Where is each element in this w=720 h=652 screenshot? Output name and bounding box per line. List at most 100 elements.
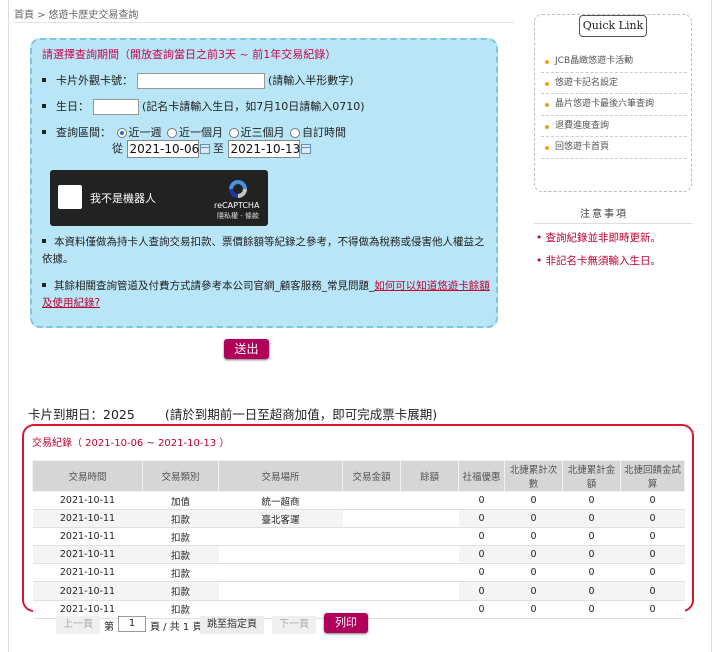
bullet-icon xyxy=(42,239,46,243)
recaptcha-checkbox[interactable] xyxy=(58,185,82,209)
table-cell: 扣款 xyxy=(142,527,219,547)
note-faq-text: 其餘相關查詢管道及付費方式請參考本公司官網_顧客服務_常見問題_ xyxy=(54,280,375,292)
note-faq: 其餘相關查詢管道及付費方式請參考本公司官網_顧客服務_常見問題_如何可以知道悠遊… xyxy=(42,278,492,312)
to-date-input[interactable]: 2021-10-13 xyxy=(227,140,300,158)
radio-custom-label[interactable]: 自訂時間 xyxy=(302,126,346,139)
from-label: 從 xyxy=(112,142,123,155)
notice-item: • 查詢紀錄並非即時更新。 xyxy=(536,232,662,244)
birthday-row: 生日： (記名卡請輸入生日，如7月10日請輸入0710) xyxy=(42,98,365,115)
column-header: 餘額 xyxy=(400,460,459,492)
table-cell: 0 xyxy=(562,527,621,547)
table-cell: 0 xyxy=(620,491,685,511)
table-row: 2021-10-11 扣款 臺北客運 0 0 0 0 xyxy=(32,509,685,529)
query-panel: 請選擇查詢期間（開放查詢當日之前3天 ~ 前1年交易紀錄） 卡片外觀卡號： (請… xyxy=(30,38,498,328)
table-cell: 0 xyxy=(504,527,563,547)
quick-link-register[interactable]: 悠遊卡記名設定 xyxy=(541,73,687,94)
note-usage-text: 本資料僅做為持卡人查詢交易扣款、票價餘額等紀錄之參考，不得做為稅務或侵害他人權益… xyxy=(42,236,485,265)
table-cell: 0 xyxy=(458,581,505,601)
table-header-row: 交易時間 交易類別 交易場所 交易金額 餘額 社福優惠 北捷累計次數 北捷累計金… xyxy=(32,460,685,492)
radio-custom[interactable] xyxy=(290,127,300,138)
from-date-input[interactable]: 2021-10-06 xyxy=(126,140,199,158)
table-cell: 2021-10-11 xyxy=(32,527,143,547)
breadcrumb-separator: > xyxy=(37,10,46,21)
birthday-input[interactable] xyxy=(92,99,139,115)
quick-link-refund[interactable]: 退費進度查詢 xyxy=(541,116,687,137)
table-cell xyxy=(342,491,401,511)
page-frame-right xyxy=(711,0,712,652)
recaptcha-logo-icon xyxy=(229,180,247,198)
table-cell: 0 xyxy=(458,545,505,565)
column-header: 北捷累計金額 xyxy=(562,460,621,492)
breadcrumb: 首頁 > 悠遊卡歷史交易查詢 xyxy=(14,6,138,21)
notice-text: 查詢紀錄並非即時更新。 xyxy=(545,232,662,244)
page-number-input[interactable]: 1 xyxy=(118,616,146,632)
calendar-icon[interactable] xyxy=(199,144,210,154)
table-cell: 0 xyxy=(620,581,685,601)
table-cell: 扣款 xyxy=(142,509,219,529)
table-cell: 0 xyxy=(562,563,621,583)
bullet-icon xyxy=(42,104,46,108)
table-row: 2021-10-11 扣款 0 0 0 0 xyxy=(32,581,685,601)
print-button[interactable]: 列印 xyxy=(324,613,368,633)
bullet-icon xyxy=(42,283,46,287)
recaptcha-terms-link[interactable]: 隱私權 - 條款 xyxy=(217,211,259,221)
jump-to-page-button[interactable]: 跳至指定頁 xyxy=(200,616,264,634)
table-cell: 0 xyxy=(458,563,505,583)
table-cell: 0 xyxy=(504,491,563,511)
radio-last-week[interactable] xyxy=(116,127,127,138)
table-cell: 0 xyxy=(562,581,621,601)
column-header: 社福優惠 xyxy=(458,460,505,492)
table-cell: 0 xyxy=(504,600,563,619)
table-cell: 0 xyxy=(504,581,563,601)
breadcrumb-home[interactable]: 首頁 xyxy=(14,10,34,21)
card-number-input[interactable] xyxy=(136,73,265,89)
range-row: 查詢區間： 近一週 近一個月 近三個月 自訂時間 xyxy=(42,124,346,140)
column-header: 北捷累計次數 xyxy=(504,460,563,492)
table-cell: 臺北客運 xyxy=(218,509,343,529)
page-frame-left xyxy=(8,0,9,652)
table-cell: 2021-10-11 xyxy=(32,491,143,511)
table-cell xyxy=(400,545,459,565)
table-cell: 0 xyxy=(562,491,621,511)
birthday-label: 生日： xyxy=(56,100,89,113)
table-cell: 0 xyxy=(504,563,563,583)
quick-link-home[interactable]: 回悠遊卡首頁 xyxy=(541,137,687,159)
radio-last-three-months-label[interactable]: 近三個月 xyxy=(241,126,285,139)
table-cell xyxy=(342,581,401,601)
table-cell: 2021-10-11 xyxy=(32,545,143,565)
column-header: 交易時間 xyxy=(32,460,143,492)
table-cell: 扣款 xyxy=(142,563,219,583)
radio-last-month[interactable] xyxy=(167,127,177,138)
transaction-records-panel: 交易紀錄（ 2021-10-06 ~ 2021-10-13 ） 交易時間 交易類… xyxy=(22,424,694,619)
radio-last-three-months[interactable] xyxy=(228,127,239,138)
table-cell xyxy=(218,581,343,601)
table-row: 2021-10-11 扣款 0 0 0 0 xyxy=(32,527,685,547)
quick-link-list: JCB晶緻悠遊卡活動 悠遊卡記名設定 晶片悠遊卡最後六筆查詢 退費進度查詢 回悠… xyxy=(541,51,687,159)
table-cell: 0 xyxy=(620,600,685,619)
table-cell xyxy=(400,563,459,583)
next-page-button[interactable]: 下一頁 xyxy=(272,616,316,634)
column-header: 交易類別 xyxy=(142,460,219,492)
calendar-icon[interactable] xyxy=(300,144,311,154)
table-cell: 扣款 xyxy=(142,545,219,565)
radio-last-month-label[interactable]: 近一個月 xyxy=(179,126,223,139)
notice-item: • 非記名卡無須輸入生日。 xyxy=(536,255,662,267)
range-label: 查詢區間： xyxy=(56,126,111,139)
prev-page-button[interactable]: 上一頁 xyxy=(56,616,100,634)
quick-link-jcb[interactable]: JCB晶緻悠遊卡活動 xyxy=(541,51,687,73)
card-expiry: 卡片到期日：2025 (請於到期前一日至超商加值，即可完成票卡展期) xyxy=(28,404,437,423)
to-label: 至 xyxy=(213,142,224,155)
recaptcha-widget: 我不是機器人 reCAPTCHA 隱私權 - 條款 xyxy=(50,170,268,226)
quick-link-last-six[interactable]: 晶片悠遊卡最後六筆查詢 xyxy=(541,94,687,116)
card-number-hint: (請輸入半形數字) xyxy=(268,74,354,87)
notice-title: 注意事項 xyxy=(580,209,628,220)
submit-button[interactable]: 送出 xyxy=(224,339,269,359)
radio-last-week-label[interactable]: 近一週 xyxy=(129,126,162,139)
table-cell xyxy=(218,545,343,565)
table-cell xyxy=(342,563,401,583)
header-divider xyxy=(14,22,514,23)
recaptcha-brand: reCAPTCHA xyxy=(214,201,260,210)
table-cell xyxy=(400,581,459,601)
date-range-row: 從 2021-10-06 至 2021-10-13 xyxy=(112,140,311,158)
table-cell: 0 xyxy=(458,527,505,547)
